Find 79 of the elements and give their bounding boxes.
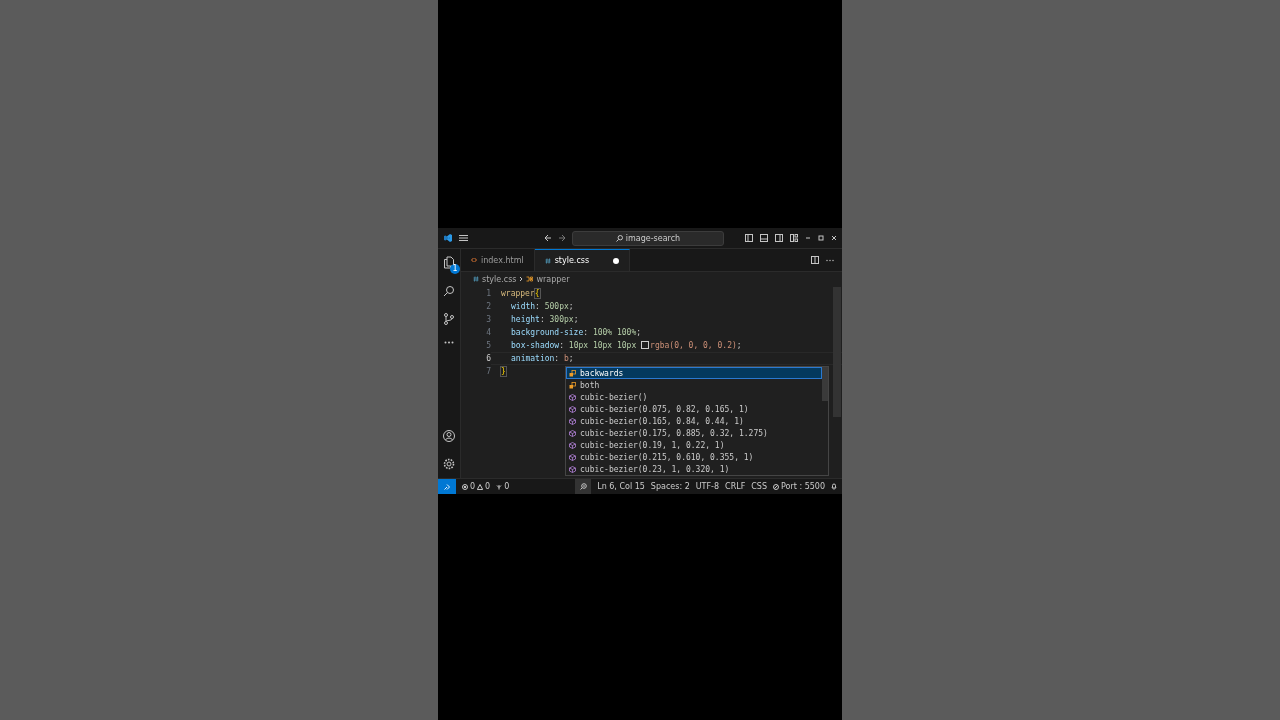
search-icon[interactable]: [443, 285, 455, 297]
warning-icon: [477, 483, 484, 490]
line-number: 5: [485, 340, 491, 352]
function-cube-icon: [569, 441, 576, 449]
status-item[interactable]: Spaces: 2: [650, 482, 690, 491]
css-file-icon: [473, 276, 479, 282]
function-cube-icon: [569, 417, 576, 425]
back-arrow-icon[interactable]: [544, 234, 552, 242]
line-number: 7: [485, 366, 491, 378]
maximize-icon[interactable]: [818, 235, 824, 241]
panel-toggle-icon[interactable]: [760, 234, 768, 242]
function-cube-icon: [569, 453, 576, 461]
settings-icon[interactable]: [443, 458, 455, 470]
status-item[interactable]: Ln 6, Col 15: [597, 482, 645, 491]
sidebar-toggle-icon[interactable]: [745, 234, 753, 242]
suggestion-item[interactable]: cubic-bezier(): [566, 391, 822, 403]
suggestion-item[interactable]: both: [566, 379, 822, 391]
status-item[interactable]: CRLF: [725, 482, 746, 491]
error-icon: [462, 483, 468, 490]
zoom-button[interactable]: [575, 479, 592, 494]
suggestion-item[interactable]: backwards: [566, 367, 822, 379]
status-item[interactable]: CSS: [751, 482, 767, 491]
css-file-icon: [544, 257, 551, 264]
code-line: }: [501, 367, 506, 376]
line-number: 6: [485, 353, 491, 365]
remote-icon: [444, 483, 450, 490]
suggestion-item[interactable]: cubic-bezier(0.075, 0.82, 0.165, 1): [566, 403, 822, 415]
menu-icon[interactable]: [459, 234, 468, 242]
layout-icon[interactable]: [790, 234, 798, 242]
scrollbar[interactable]: [833, 287, 841, 417]
search-field[interactable]: image-search: [572, 230, 724, 246]
editor-tab[interactable]: index.html: [461, 249, 535, 271]
forward-arrow-icon[interactable]: [558, 234, 566, 242]
line-number: 1: [485, 288, 491, 300]
html-file-icon: [471, 257, 477, 263]
suggestion-item[interactable]: cubic-bezier(0.215, 0.610, 0.355, 1): [566, 451, 822, 463]
value-icon: [569, 381, 576, 389]
line-number: 2: [485, 301, 491, 313]
source-control-icon[interactable]: [443, 313, 455, 325]
chevron-icon: [519, 276, 524, 282]
notification-badge: 1: [450, 264, 460, 274]
breadcrumb-item[interactable]: wrapper: [536, 274, 570, 284]
close-icon[interactable]: [831, 235, 837, 241]
code-line: wrapper{: [501, 289, 540, 298]
explorer-icon[interactable]: [443, 256, 455, 269]
value-icon: [569, 369, 576, 377]
suggestion-item[interactable]: cubic-bezier(0.165, 0.84, 0.44, 1): [566, 415, 822, 427]
bell-icon[interactable]: [831, 483, 837, 490]
line-number: 3: [485, 314, 491, 326]
minimize-icon[interactable]: [805, 235, 811, 241]
symbol-icon: [526, 276, 534, 282]
more-icon[interactable]: [444, 341, 454, 344]
port-button[interactable]: Port : 5500: [773, 482, 825, 491]
zoom-out-icon: [579, 483, 587, 490]
breadcrumb-item[interactable]: style.css: [482, 274, 517, 284]
suggestion-item[interactable]: cubic-bezier(0.19, 1, 0.22, 1): [566, 439, 822, 451]
code-line: background-size: 100% 100%;: [510, 328, 642, 337]
account-icon[interactable]: [443, 430, 455, 442]
logo-icon: [443, 233, 453, 243]
function-cube-icon: [569, 393, 576, 401]
function-cube-icon: [569, 405, 576, 413]
code-line: width: 500px;: [510, 302, 574, 311]
function-cube-icon: [569, 429, 576, 437]
code-line: height: 300px;: [510, 315, 579, 324]
status-item[interactable]: UTF-8: [695, 482, 720, 491]
code-line: animation: b;: [510, 354, 574, 363]
line-number: 4: [485, 327, 491, 339]
more-actions-icon[interactable]: [826, 258, 834, 262]
split-editor-icon[interactable]: [811, 256, 819, 264]
search-icon: [615, 234, 623, 242]
function-cube-icon: [569, 465, 576, 473]
secondary-sidebar-icon[interactable]: [775, 234, 783, 242]
editor-tab[interactable]: style.css: [534, 249, 631, 271]
scrollbar[interactable]: [822, 367, 828, 401]
ports-button[interactable]: 0: [496, 482, 510, 491]
problems-button[interactable]: 0 0: [462, 482, 491, 491]
suggestion-item[interactable]: cubic-bezier(0.23, 1, 0.320, 1): [566, 463, 822, 475]
suggestion-item[interactable]: cubic-bezier(0.175, 0.885, 0.32, 1.275): [566, 427, 822, 439]
code-line: box-shadow: 10px 10px 10px rgba(0, 0, 0, 0.2);: [510, 341, 742, 350]
